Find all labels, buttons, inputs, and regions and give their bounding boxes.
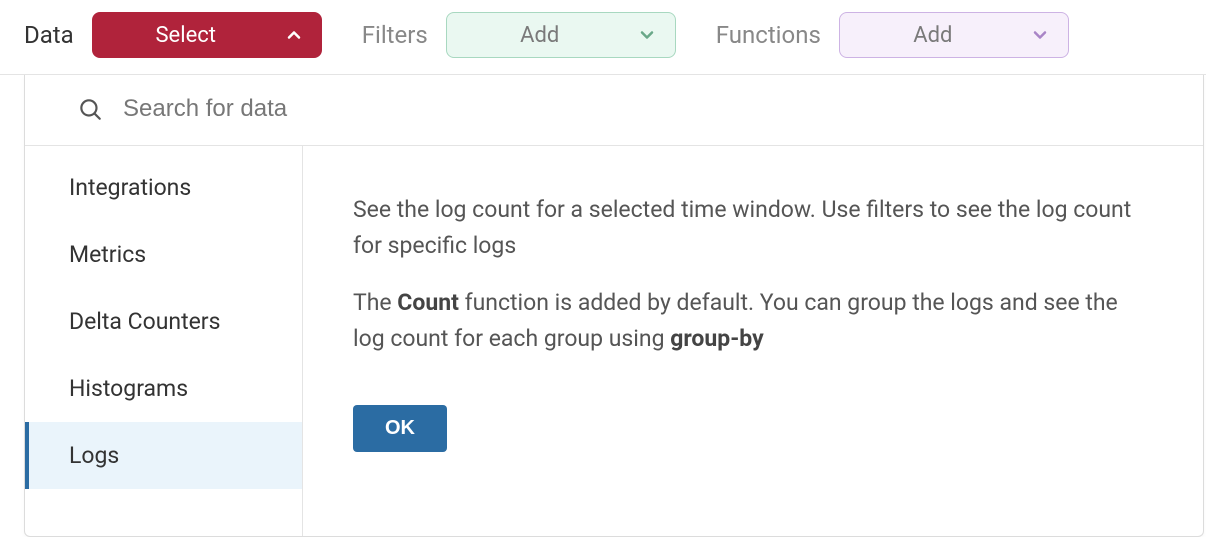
sidebar-item-label: Integrations <box>69 174 191 201</box>
filters-label: Filters <box>362 21 428 49</box>
sidebar-item-delta-counters[interactable]: Delta Counters <box>25 288 302 355</box>
panel-body: Integrations Metrics Delta Counters Hist… <box>25 146 1203 536</box>
search-icon <box>77 96 103 122</box>
data-label: Data <box>24 21 74 49</box>
data-type-sidebar: Integrations Metrics Delta Counters Hist… <box>25 146 303 536</box>
sidebar-item-integrations[interactable]: Integrations <box>25 154 302 221</box>
toolbar: Data Select Filters Add Functions Add <box>0 0 1206 75</box>
sidebar-item-label: Histograms <box>69 375 188 402</box>
chevron-down-icon <box>637 25 657 45</box>
search-input[interactable] <box>123 95 1175 123</box>
functions-label: Functions <box>716 21 821 49</box>
sidebar-item-label: Logs <box>69 442 119 469</box>
select-dropdown-button[interactable]: Select <box>92 12 322 58</box>
chevron-up-icon <box>284 25 304 45</box>
data-dropdown-panel: Integrations Metrics Delta Counters Hist… <box>24 75 1204 537</box>
functions-add-button[interactable]: Add <box>839 12 1069 58</box>
bold-count: Count <box>397 289 459 316</box>
sidebar-item-metrics[interactable]: Metrics <box>25 221 302 288</box>
description-paragraph-2: The Count function is added by default. … <box>353 285 1153 356</box>
bold-group-by: group-by <box>670 325 763 352</box>
description-paragraph-1: See the log count for a selected time wi… <box>353 192 1153 263</box>
sidebar-item-logs[interactable]: Logs <box>25 422 302 489</box>
content-area: See the log count for a selected time wi… <box>303 146 1203 536</box>
sidebar-item-label: Delta Counters <box>69 308 220 335</box>
filters-add-button[interactable]: Add <box>446 12 676 58</box>
sidebar-item-label: Metrics <box>69 241 146 268</box>
filters-add-label: Add <box>483 23 597 48</box>
functions-add-label: Add <box>876 23 990 48</box>
select-button-label: Select <box>128 23 244 48</box>
ok-button[interactable]: OK <box>353 405 447 452</box>
chevron-down-icon <box>1030 25 1050 45</box>
sidebar-item-histograms[interactable]: Histograms <box>25 355 302 422</box>
search-row <box>25 75 1203 146</box>
text-fragment: The <box>353 289 397 316</box>
